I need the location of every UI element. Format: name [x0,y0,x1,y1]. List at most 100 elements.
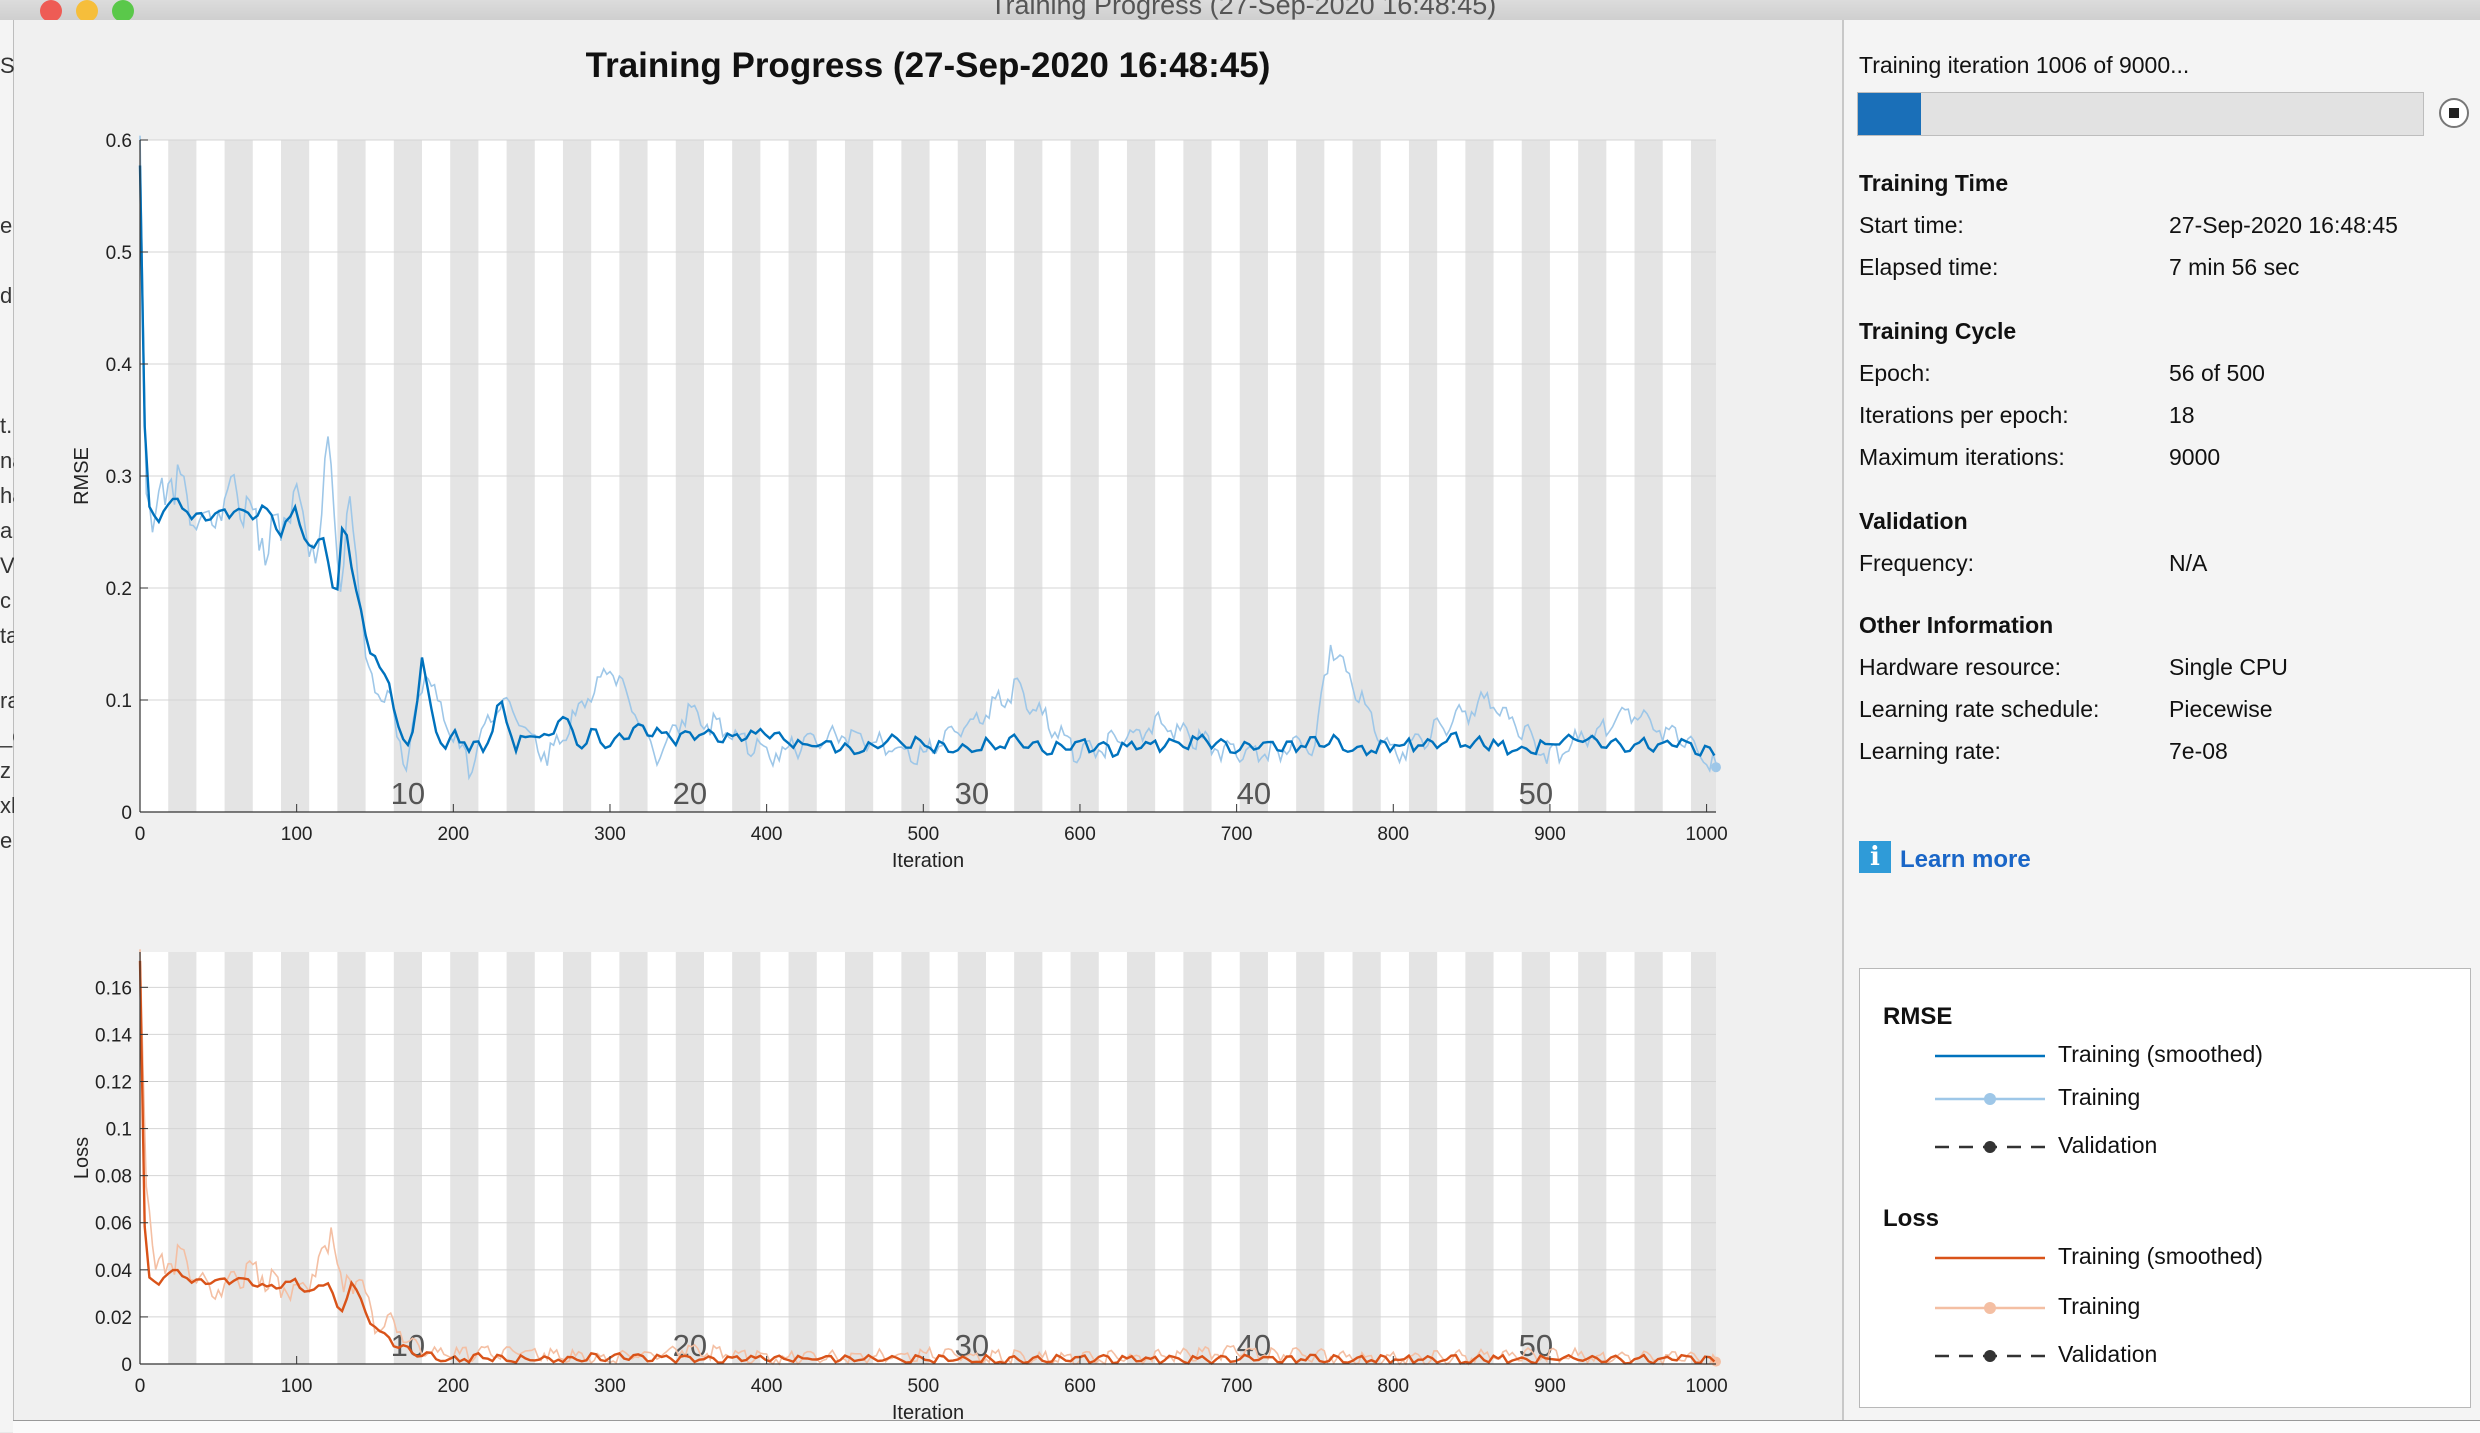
legend-label: Validation [2058,1341,2158,1367]
legend-rmse-training: Training [1935,1084,2455,1114]
background-text-fragment: d [0,283,13,308]
background-text-fragment: V [0,553,15,578]
background-text-fragment: t. [0,413,13,438]
legend-box: RMSE Training (smoothed) Training Valida… [1859,968,2471,1408]
x-tick-label: 700 [1221,1376,1253,1397]
epoch-band [1408,952,1438,1364]
label-epoch: Epoch: [1859,360,1931,386]
label-start-time: Start time: [1859,212,1964,238]
value-epoch: 56 of 500 [2169,360,2265,386]
epoch-band [1296,952,1325,1364]
label-frequency: Frequency: [1859,550,1975,576]
zoom-window-button[interactable] [112,0,134,22]
background-text-fragment: z [0,758,11,783]
section-title-other-information: Other Information [1859,612,2054,638]
label-elapsed-time: Elapsed time: [1859,254,1999,280]
progress-bar-fill [1858,93,1922,135]
legend-loss-training: Training [1935,1293,2455,1323]
background-text-fragment: e [0,213,13,238]
info-icon: i [1859,841,1891,873]
progress-text: Training iteration 1006 of 9000... [1859,52,2190,78]
window-titlebar: Training Progress (27-Sep-2020 16:48:45) [0,0,2480,22]
value-maximum-iterations: 9000 [2169,444,2221,470]
x-tick-label: 600 [1064,1376,1096,1397]
legend-rmse-title: RMSE [1883,1003,1953,1030]
epoch-band [168,952,197,1364]
epoch-band [1126,952,1156,1364]
y-tick-label: 0 [121,1355,132,1376]
value-frequency: N/A [2169,550,2208,576]
plot-pane: Training Progress (27-Sep-2020 16:48:45)… [14,20,1842,1424]
label-learning-rate-schedule: Learning rate schedule: [1859,696,2100,722]
x-tick-label: 400 [751,1376,783,1397]
window-title: Training Progress (27-Sep-2020 16:48:45) [990,0,1497,20]
legend-rmse-validation: Validation [1935,1132,2455,1162]
minimize-window-button[interactable] [76,0,98,22]
x-tick-label: 900 [1534,1376,1566,1397]
label-hardware-resource: Hardware resource: [1859,654,2061,680]
loss-chart: 10 20 30 40 5000.020.040.060.080.10.120.140.… [71,949,1728,1424]
section-title-training-time: Training Time [1859,170,2009,196]
stop-button[interactable] [2439,98,2469,128]
epoch-band [901,952,930,1364]
epoch-band [280,952,310,1364]
legend-rmse-training-smoothed: Training (smoothed) [1935,1041,2455,1071]
epoch-band [619,952,648,1364]
epoch-band [224,952,253,1364]
epoch-band [732,952,761,1364]
epoch-band [1521,952,1550,1364]
legend-label: Training (smoothed) [2058,1041,2263,1067]
label-iterations-per-epoch: Iterations per epoch: [1859,402,2069,428]
background-table-edge [13,1420,2480,1433]
y-tick-label: 0.04 [95,1261,132,1282]
epoch-band [844,952,874,1364]
section-title-training-cycle: Training Cycle [1859,318,2017,344]
legend-line-loss-smoothed [1935,1256,2045,1260]
value-hardware-resource: Single CPU [2169,654,2288,680]
value-learning-rate: 7e-08 [2169,738,2228,764]
epoch-band [788,952,817,1364]
background-text-fragment: S [0,53,15,78]
close-window-button[interactable] [40,0,62,22]
epoch-band [957,952,986,1364]
x-tick-label: 100 [281,1376,313,1397]
label-learning-rate: Learning rate: [1859,738,2001,764]
legend-label: Training [2058,1084,2141,1110]
epoch-band [1578,952,1607,1364]
progress-bar [1857,92,2424,136]
epoch-band [1014,952,1043,1364]
legend-line-rmse-validation [1935,1141,2045,1153]
x-tick-label: 500 [907,1376,939,1397]
learn-more-label: Learn more [1900,846,2031,873]
y-tick-label: 0.1 [106,1120,132,1141]
epoch-band [1352,952,1381,1364]
y-tick-label: 0.12 [95,1072,132,1093]
legend-label: Training (smoothed) [2058,1243,2263,1269]
legend-label: Validation [2058,1132,2158,1158]
x-tick-label: 200 [437,1376,469,1397]
legend-loss-validation: Validation [1935,1341,2455,1371]
y-tick-label: 0.14 [95,1025,132,1046]
label-maximum-iterations: Maximum iterations: [1859,444,2065,470]
learn-more-link[interactable]: i Learn more [1859,840,2031,874]
epoch-band [393,952,422,1364]
epoch-band [1690,952,1716,1364]
y-tick-label: 0.06 [95,1214,132,1235]
x-tick-label: 800 [1377,1376,1409,1397]
x-tick-label: 0 [135,1376,146,1397]
legend-line-loss-training [1935,1302,2045,1314]
training-info-panel: Training iteration 1006 of 9000... Train… [1842,20,2480,1420]
epoch-band [506,952,535,1364]
legend-loss-title: Loss [1883,1205,1940,1232]
epoch-band [450,952,479,1364]
background-text-fragment: e [0,828,13,853]
epoch-label: 10 [391,1328,425,1363]
x-tick-label: 300 [594,1376,626,1397]
section-title-validation: Validation [1859,508,1968,534]
legend-line-loss-validation [1935,1350,2045,1362]
epoch-band [1465,952,1494,1364]
x-axis-label: Iteration [892,1402,964,1424]
y-tick-label: 0.16 [95,978,132,999]
y-tick-label: 0.08 [95,1167,132,1188]
value-iterations-per-epoch: 18 [2169,402,2195,428]
